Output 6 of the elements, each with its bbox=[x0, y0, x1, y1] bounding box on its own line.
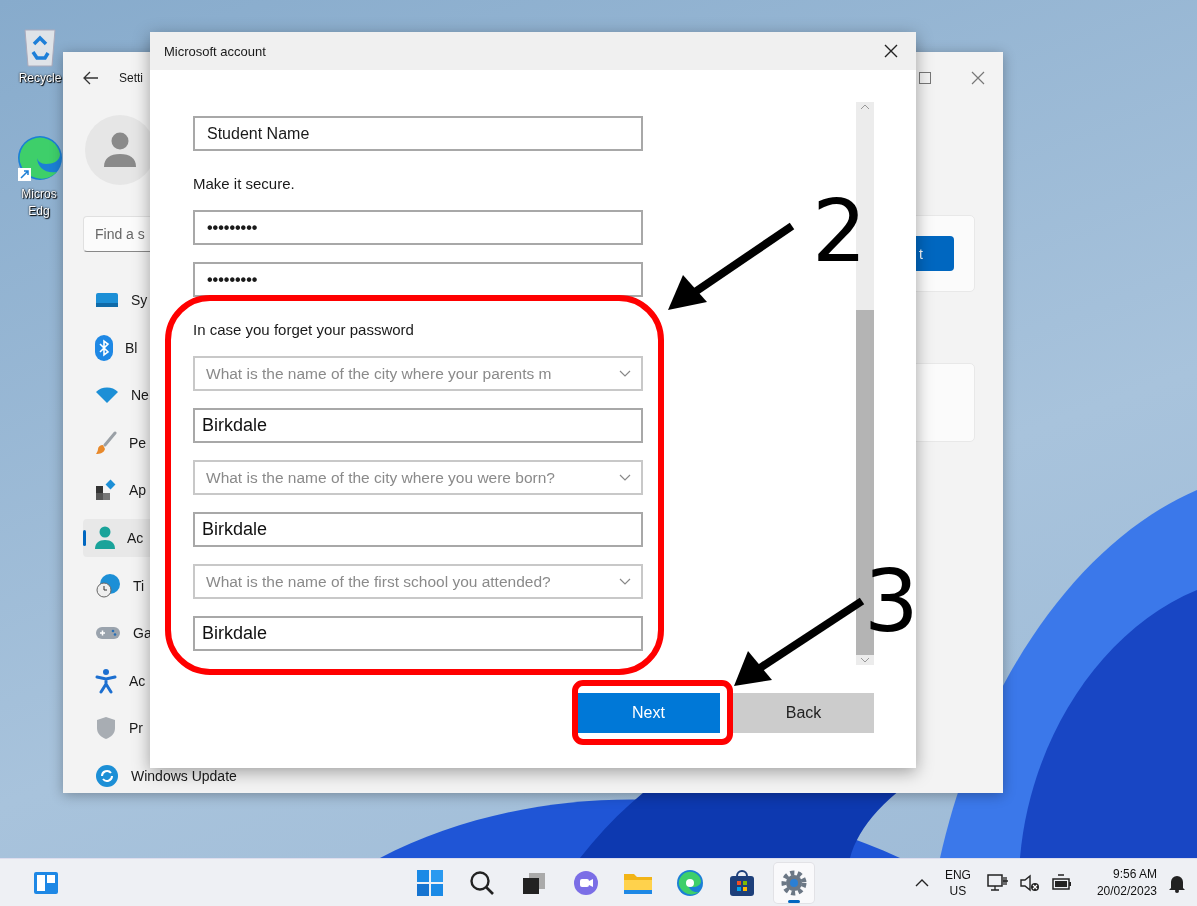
step-number: 3 bbox=[864, 566, 919, 636]
step-number: 2 bbox=[812, 196, 867, 266]
dialog-title: Microsoft account bbox=[164, 43, 266, 59]
section-label: In case you forget your password bbox=[193, 320, 415, 340]
window-title: Setti bbox=[119, 71, 143, 85]
section-label: Make it secure. bbox=[193, 174, 296, 194]
